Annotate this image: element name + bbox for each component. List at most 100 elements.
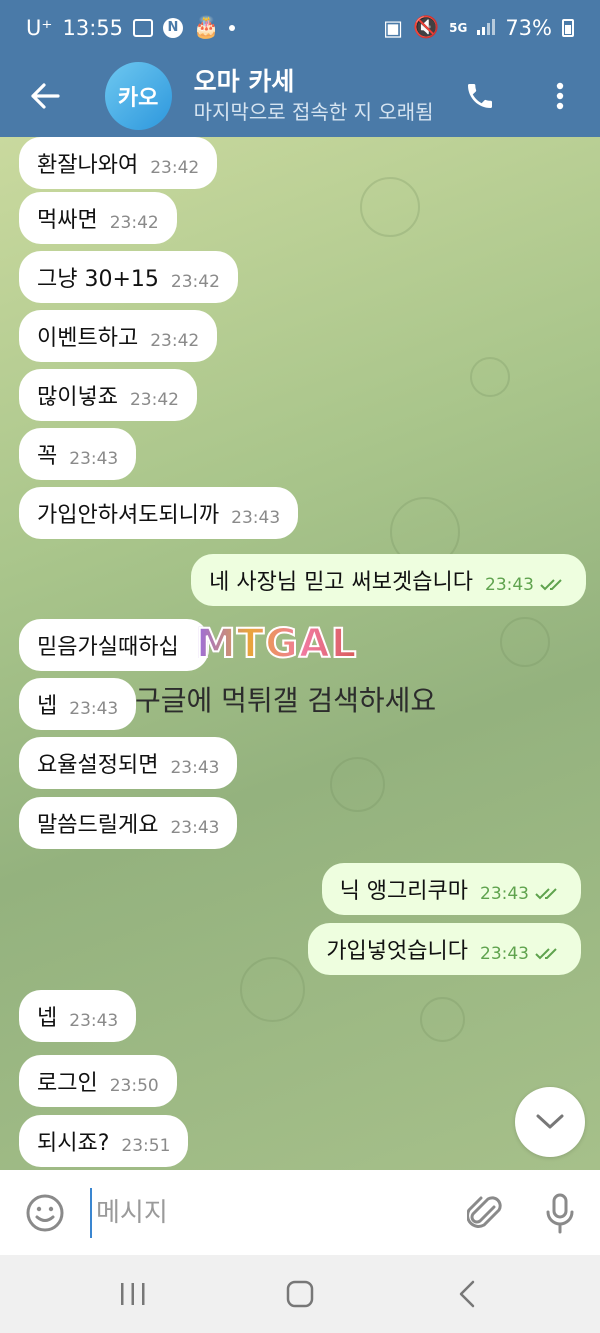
chat-header: 카오 오마 카세 마지막으로 접속한 지 오래됨 <box>0 55 600 137</box>
microphone-icon <box>546 1193 574 1233</box>
message-input-bar <box>0 1170 600 1255</box>
background-doodle <box>500 617 550 667</box>
chevron-down-icon <box>536 1114 564 1129</box>
more-vertical-icon <box>556 82 564 110</box>
message-text: 꼭 <box>37 444 58 469</box>
message-time: 23:43 <box>69 1011 119 1031</box>
status-time: 13:55 <box>62 15 123 40</box>
paperclip-icon <box>467 1195 502 1228</box>
recents-icon <box>121 1283 145 1305</box>
battery-icon <box>562 18 574 37</box>
message-time: 23:51 <box>121 1136 171 1156</box>
message-bubble-incoming[interactable]: 그냥 30+15 23:42 <box>19 251 238 303</box>
message-time: 23:42 <box>150 158 200 178</box>
read-checkmarks-icon <box>540 579 562 591</box>
message-text: 가입안하셔도되니까 <box>37 503 220 528</box>
message-time: 23:42 <box>150 331 200 351</box>
emoji-button[interactable] <box>0 1170 90 1255</box>
message-bubble-incoming[interactable]: 먹싸면 23:42 <box>19 192 177 244</box>
message-text: 말씀드릴게요 <box>37 813 159 838</box>
message-text: 환잘나와여 <box>37 153 139 178</box>
system-back-button[interactable] <box>427 1255 507 1333</box>
message-bubble-incoming[interactable]: 환잘나와여 23:42 <box>19 137 218 189</box>
watermark-text: 구글에 먹튀갤 검색하세요 <box>135 684 437 717</box>
phone-icon <box>468 84 492 108</box>
message-bubble-incoming[interactable]: 가입안하셔도되니까 23:43 <box>19 487 299 539</box>
message-input[interactable] <box>90 1187 450 1238</box>
message-text: 로그인 <box>37 1071 98 1096</box>
message-text: 많이넣죠 <box>37 385 118 410</box>
message-bubble-outgoing[interactable]: 네 사장님 믿고 써보겟습니다 23:43 <box>191 554 586 606</box>
watermark-logo-text: MTGAL <box>195 620 358 668</box>
message-bubble-outgoing[interactable]: 닉 앵그리쿠마 23:43 <box>321 863 581 915</box>
gallery-notification-icon <box>133 18 153 37</box>
message-text: 요율설정되면 <box>37 753 159 778</box>
background-doodle <box>330 757 385 812</box>
message-bubble-incoming[interactable]: 이벤트하고 23:42 <box>19 310 218 362</box>
back-button[interactable] <box>0 55 91 137</box>
attach-button[interactable] <box>450 1170 520 1255</box>
message-time: 23:43 <box>480 944 529 964</box>
message-time: 23:43 <box>170 758 220 778</box>
chevron-left-icon <box>459 1280 474 1308</box>
message-time: 23:42 <box>170 272 220 292</box>
chat-subtitle: 마지막으로 접속한 지 오래됨 <box>193 100 434 124</box>
voice-message-button[interactable] <box>520 1170 600 1255</box>
read-checkmarks-icon <box>535 948 557 960</box>
network-type-label: 5G <box>449 20 468 35</box>
message-bubble-incoming[interactable]: 말씀드릴게요 23:43 <box>19 797 238 849</box>
background-doodle <box>240 957 305 1022</box>
message-text: 닉 앵그리쿠마 <box>339 879 468 904</box>
message-bubble-incoming[interactable]: 넵 23:43 <box>19 678 137 730</box>
message-bubble-incoming[interactable]: 요율설정되면 23:43 <box>19 737 238 789</box>
background-doodle <box>360 177 420 237</box>
sim-icon: ▣ <box>383 15 403 40</box>
message-time: 23:43 <box>231 508 281 528</box>
message-text: 네 사장님 믿고 써보겟습니다 <box>209 570 473 595</box>
scroll-to-bottom-button[interactable] <box>515 1087 585 1157</box>
message-bubble-outgoing[interactable]: 가입넣엇습니다 23:43 <box>308 923 581 975</box>
message-text: 되시죠? <box>37 1131 110 1156</box>
message-bubble-incoming[interactable]: 넵 23:43 <box>19 990 137 1042</box>
system-navigation-bar <box>0 1255 600 1333</box>
read-checkmarks-icon <box>535 888 557 900</box>
background-doodle <box>470 357 510 397</box>
message-time: 23:43 <box>69 699 119 719</box>
message-text: 넵 <box>37 694 58 719</box>
message-text: 넵 <box>37 1006 58 1031</box>
message-text: 그냥 30+15 <box>37 267 159 292</box>
message-time: 23:43 <box>485 575 534 595</box>
message-text: 먹싸면 <box>37 208 98 233</box>
chat-title-block[interactable]: 오마 카세 마지막으로 접속한 지 오래됨 <box>194 66 440 126</box>
home-button[interactable] <box>260 1255 340 1333</box>
naver-notification-icon: N <box>163 17 183 38</box>
message-text: 믿음가실때하십 <box>37 635 179 660</box>
message-time: 23:43 <box>170 818 220 838</box>
message-bubble-incoming[interactable]: 많이넣죠 23:42 <box>19 369 197 421</box>
message-time: 23:50 <box>109 1076 159 1096</box>
background-doodle <box>420 997 465 1042</box>
more-notifications-icon <box>229 24 236 31</box>
status-bar: U⁺ 13:55 N 🎂 ▣ 🔇 5G 73% <box>0 0 600 55</box>
message-bubble-incoming[interactable]: 꼭 23:43 <box>19 428 137 480</box>
chat-messages-area[interactable]: 환잘나와여 23:42 먹싸면 23:42 그냥 30+15 23:42 이벤트… <box>0 137 600 1170</box>
carrier-label: U⁺ <box>26 15 53 40</box>
message-text: 이벤트하고 <box>37 326 139 351</box>
message-bubble-incoming[interactable]: 되시죠? 23:51 <box>19 1115 189 1167</box>
chat-title: 오마 카세 <box>193 67 295 96</box>
back-arrow-icon <box>31 83 60 109</box>
avatar[interactable]: 카오 <box>104 62 172 130</box>
message-bubble-incoming[interactable]: 믿음가실때하십 <box>19 619 209 671</box>
signal-icon <box>477 16 496 40</box>
cake-notification-icon: 🎂 <box>193 15 220 39</box>
more-options-button[interactable] <box>520 55 600 137</box>
recent-apps-button[interactable] <box>93 1255 173 1333</box>
message-bubble-incoming[interactable]: 로그인 23:50 <box>19 1055 177 1107</box>
call-button[interactable] <box>440 55 520 137</box>
smiley-icon <box>26 1194 64 1231</box>
battery-percent: 73% <box>505 15 552 40</box>
mute-icon: 🔇 <box>412 15 440 39</box>
message-time: 23:43 <box>480 884 529 904</box>
message-time: 23:43 <box>69 449 119 469</box>
watermark-logo: MTGAL <box>195 617 358 671</box>
